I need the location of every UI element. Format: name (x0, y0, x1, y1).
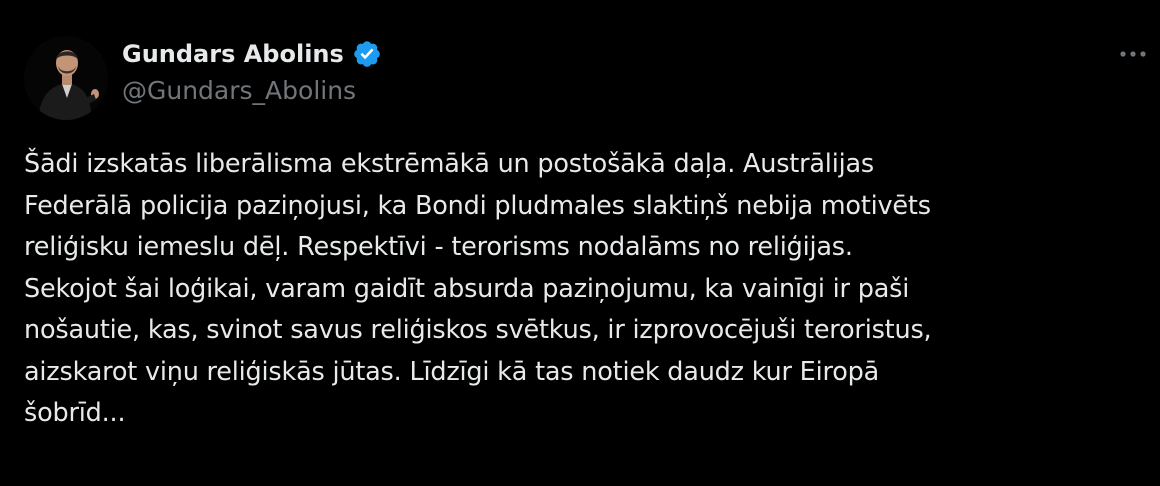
avatar-photo (24, 36, 108, 120)
more-options-button[interactable] (1116, 40, 1150, 68)
more-horizontal-icon (1120, 51, 1146, 57)
tweet: Gundars Abolins @Gundars_Abolins Šādi iz… (0, 0, 1160, 486)
tweet-text: Šādi izskatās liberālisma ekstrēmākā un … (24, 149, 932, 428)
author-handle[interactable]: @Gundars_Abolins (122, 76, 356, 105)
avatar[interactable] (24, 36, 108, 120)
author-display-name[interactable]: Gundars Abolins (122, 40, 344, 68)
author-name-row[interactable]: Gundars Abolins (122, 36, 382, 72)
verified-badge-icon[interactable] (352, 39, 382, 69)
